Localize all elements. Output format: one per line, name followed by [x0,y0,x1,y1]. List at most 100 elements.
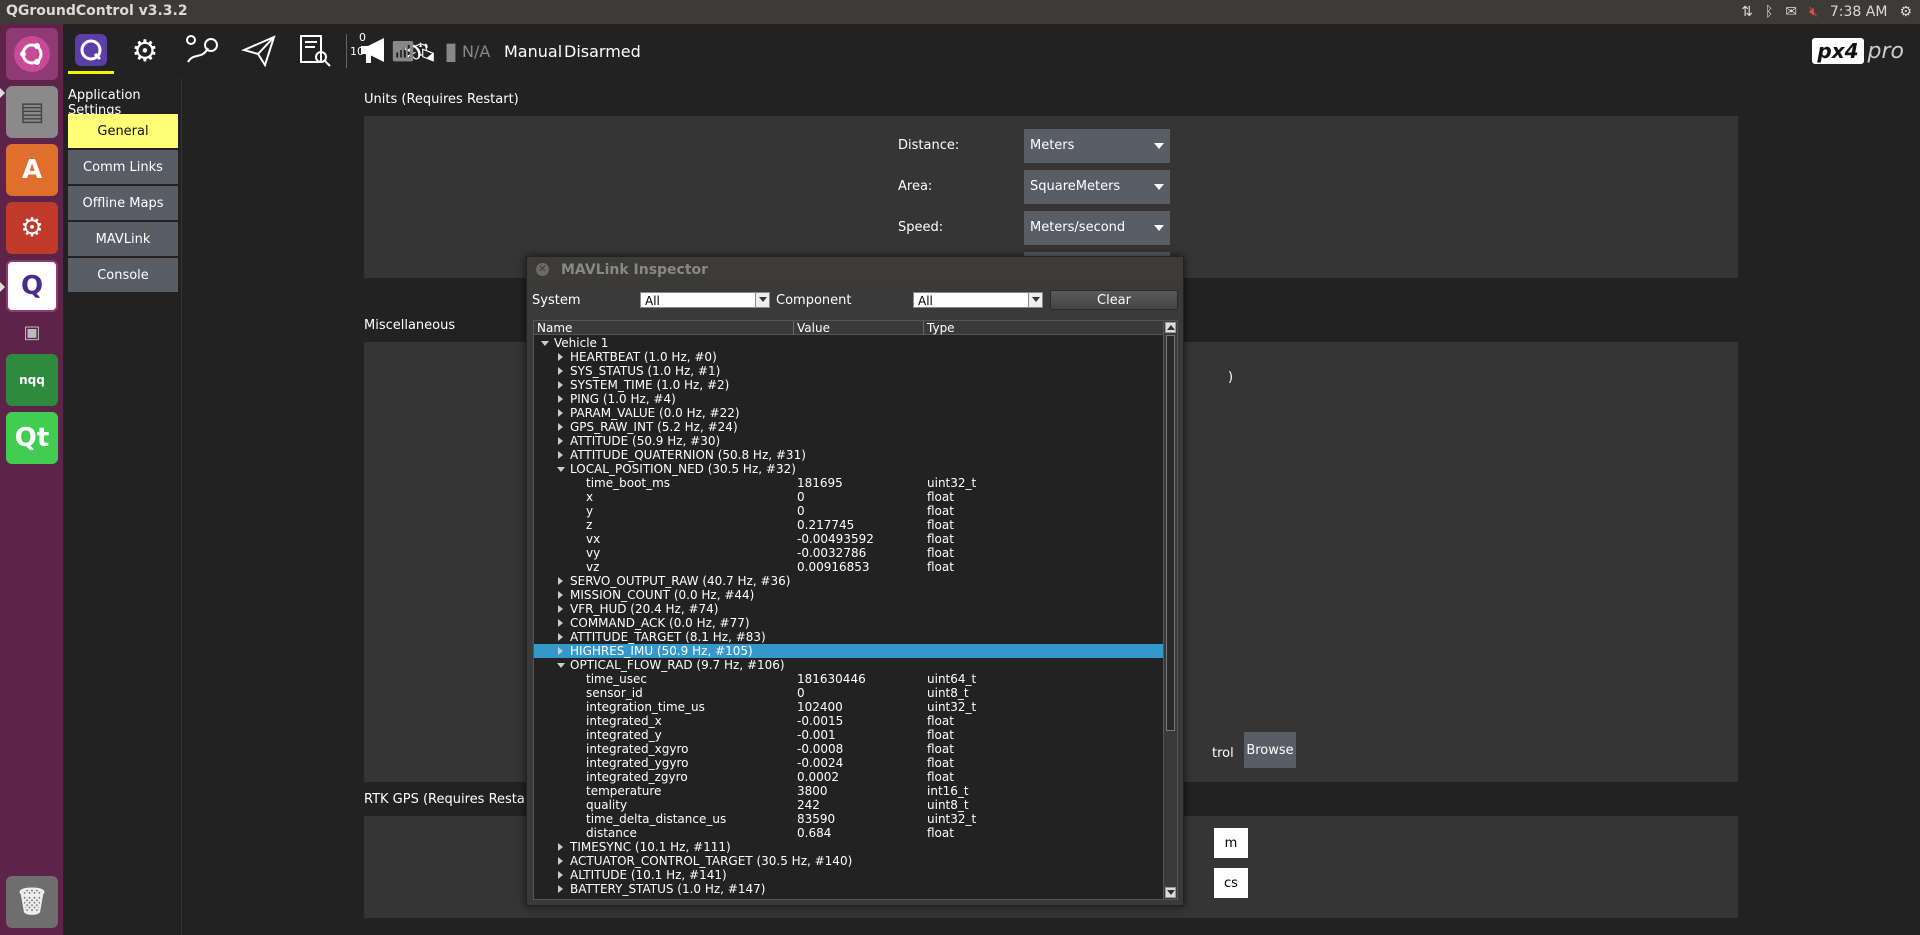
message-row[interactable]: LOCAL_POSITION_NED (30.5 Hz, #32) [534,462,1164,476]
gear-icon[interactable]: ⚙ [1899,4,1912,20]
screenshot-icon[interactable]: ▣ [6,318,58,346]
expand-arrow-right-icon[interactable] [556,616,566,630]
expand-arrow-right-icon[interactable] [556,420,566,434]
expand-arrow-right-icon[interactable] [556,840,566,854]
software-center-icon[interactable]: A [6,144,58,196]
ubuntu-dash-icon[interactable] [6,28,58,80]
qt-creator-icon[interactable]: Qt [6,412,58,464]
expand-arrow-right-icon[interactable] [556,350,566,364]
expand-arrow-right-icon[interactable] [556,644,566,658]
close-icon[interactable]: ✕ [536,263,549,276]
message-row[interactable]: ATTITUDE_TARGET (8.1 Hz, #83) [534,630,1164,644]
expand-arrow-right-icon[interactable] [556,406,566,420]
field-row[interactable]: integrated_zgyro 0.0002 float [534,770,1164,784]
plan-view-icon[interactable] [180,28,226,74]
message-row[interactable]: SYS_STATUS (1.0 Hz, #1) [534,364,1164,378]
field-row[interactable]: quality 242 uint8_t [534,798,1164,812]
rc-transmitter-icon[interactable]: 📶︎ [380,28,426,74]
message-row[interactable]: TIMESYNC (10.1 Hz, #111) [534,840,1164,854]
tree-scrollbar[interactable] [1163,321,1177,899]
inspector-titlebar[interactable]: ✕ MAVLink Inspector [527,257,1183,283]
qgroundcontrol-icon[interactable]: Q [6,260,58,312]
nqq-editor-icon[interactable]: nqq [6,354,58,406]
system-settings-icon[interactable]: ⚙ [6,202,58,254]
bluetooth-icon[interactable]: ᛒ [1765,4,1773,20]
field-row[interactable]: temperature 3800 int16_t [534,784,1164,798]
distance-units-select[interactable]: Meters [1024,129,1170,163]
rtk-button-1[interactable]: m [1214,828,1248,858]
nav-mavlink-button[interactable]: MAVLink [68,222,178,256]
nav-general-button[interactable]: General [68,114,178,148]
message-row[interactable]: ATTITUDE (50.9 Hz, #30) [534,434,1164,448]
field-row[interactable]: time_usec 181630446 uint64_t [534,672,1164,686]
message-row[interactable]: PING (1.0 Hz, #4) [534,392,1164,406]
volume-muted-icon[interactable]: 🔇︎ [1809,4,1818,20]
message-row[interactable]: ATTITUDE_QUATERNION (50.8 Hz, #31) [534,448,1164,462]
scroll-down-icon[interactable] [1165,887,1176,898]
expand-arrow-right-icon[interactable] [556,392,566,406]
message-row[interactable]: ALTITUDE (10.1 Hz, #141) [534,868,1164,882]
expand-arrow-right-icon[interactable] [556,588,566,602]
expand-arrow-down-icon[interactable] [556,658,566,672]
message-row[interactable]: PARAM_VALUE (0.0 Hz, #22) [534,406,1164,420]
message-row[interactable]: HIGHRES_IMU (50.9 Hz, #105) [534,644,1164,658]
analyze-view-icon[interactable] [292,28,338,74]
message-row[interactable]: SYSTEM_TIME (1.0 Hz, #2) [534,378,1164,392]
message-row[interactable]: GPS_RAW_INT (5.2 Hz, #24) [534,420,1164,434]
message-row[interactable]: OPTICAL_FLOW_RAD (9.7 Hz, #106) [534,658,1164,672]
trash-icon[interactable]: 🗑 [6,876,58,928]
field-row[interactable]: integrated_xgyro -0.0008 float [534,742,1164,756]
field-row[interactable]: z 0.217745 float [534,518,1164,532]
message-row[interactable]: SERVO_OUTPUT_RAW (40.7 Hz, #36) [534,574,1164,588]
vehicle-setup-gear-icon[interactable]: ⚙ [122,28,168,74]
field-row[interactable]: integrated_y -0.001 float [534,728,1164,742]
expand-arrow-right-icon[interactable] [556,574,566,588]
message-row[interactable]: VFR_HUD (20.4 Hz, #74) [534,602,1164,616]
expand-arrow-right-icon[interactable] [556,448,566,462]
mail-icon[interactable]: ✉ [1785,4,1797,20]
column-header-name[interactable]: Name [537,321,572,335]
field-row[interactable]: integration_time_us 102400 uint32_t [534,700,1164,714]
nav-console-button[interactable]: Console [68,258,178,292]
field-row[interactable]: time_boot_ms 181695 uint32_t [534,476,1164,490]
expand-arrow-right-icon[interactable] [556,434,566,448]
field-row[interactable]: time_delta_distance_us 83590 uint32_t [534,812,1164,826]
field-row[interactable]: x 0 float [534,490,1164,504]
message-row[interactable]: MISSION_COUNT (0.0 Hz, #44) [534,588,1164,602]
message-row[interactable]: COMMAND_ACK (0.0 Hz, #77) [534,616,1164,630]
column-header-value[interactable]: Value [797,321,830,335]
field-row[interactable]: sensor_id 0 uint8_t [534,686,1164,700]
system-filter-select[interactable]: All [640,292,770,308]
arm-state[interactable]: Disarmed [564,42,641,61]
browse-button[interactable]: Browse [1244,732,1296,768]
speed-units-select[interactable]: Meters/second [1024,211,1170,245]
expand-arrow-right-icon[interactable] [556,630,566,644]
expand-arrow-right-icon[interactable] [556,378,566,392]
expand-arrow-right-icon[interactable] [556,854,566,868]
vehicle-row[interactable]: Vehicle 1 [534,336,1164,350]
expand-arrow-down-icon[interactable] [540,336,550,350]
flight-mode-selector[interactable]: Manual [504,42,562,61]
component-filter-select[interactable]: All [913,292,1043,308]
nav-offline-maps-button[interactable]: Offline Maps [68,186,178,220]
field-row[interactable]: integrated_x -0.0015 float [534,714,1164,728]
field-row[interactable]: y 0 float [534,504,1164,518]
message-row[interactable]: HEARTBEAT (1.0 Hz, #0) [534,350,1164,364]
fly-view-paper-plane-icon[interactable] [236,28,282,74]
expand-arrow-right-icon[interactable] [556,868,566,882]
field-row[interactable]: vy -0.0032786 float [534,546,1164,560]
message-row[interactable]: ACTUATOR_CONTROL_TARGET (30.5 Hz, #140) [534,854,1164,868]
files-icon[interactable]: ▤ [6,86,58,138]
network-icon[interactable]: ⇅ [1741,4,1753,20]
message-row[interactable]: BATTERY_STATUS (1.0 Hz, #147) [534,882,1164,896]
expand-arrow-right-icon[interactable] [556,364,566,378]
message-tree[interactable]: Name Value Type Vehicle 1 HEARTBEAT (1.0 … [533,320,1178,900]
clock[interactable]: 7:38 AM [1830,4,1888,20]
field-row[interactable]: distance 0.684 float [534,826,1164,840]
scrollbar-thumb[interactable] [1166,335,1175,731]
expand-arrow-down-icon[interactable] [556,462,566,476]
rtk-button-2[interactable]: cs [1214,868,1248,898]
clear-button[interactable]: Clear [1050,290,1178,310]
field-row[interactable]: integrated_ygyro -0.0024 float [534,756,1164,770]
scroll-up-icon[interactable] [1165,322,1176,333]
